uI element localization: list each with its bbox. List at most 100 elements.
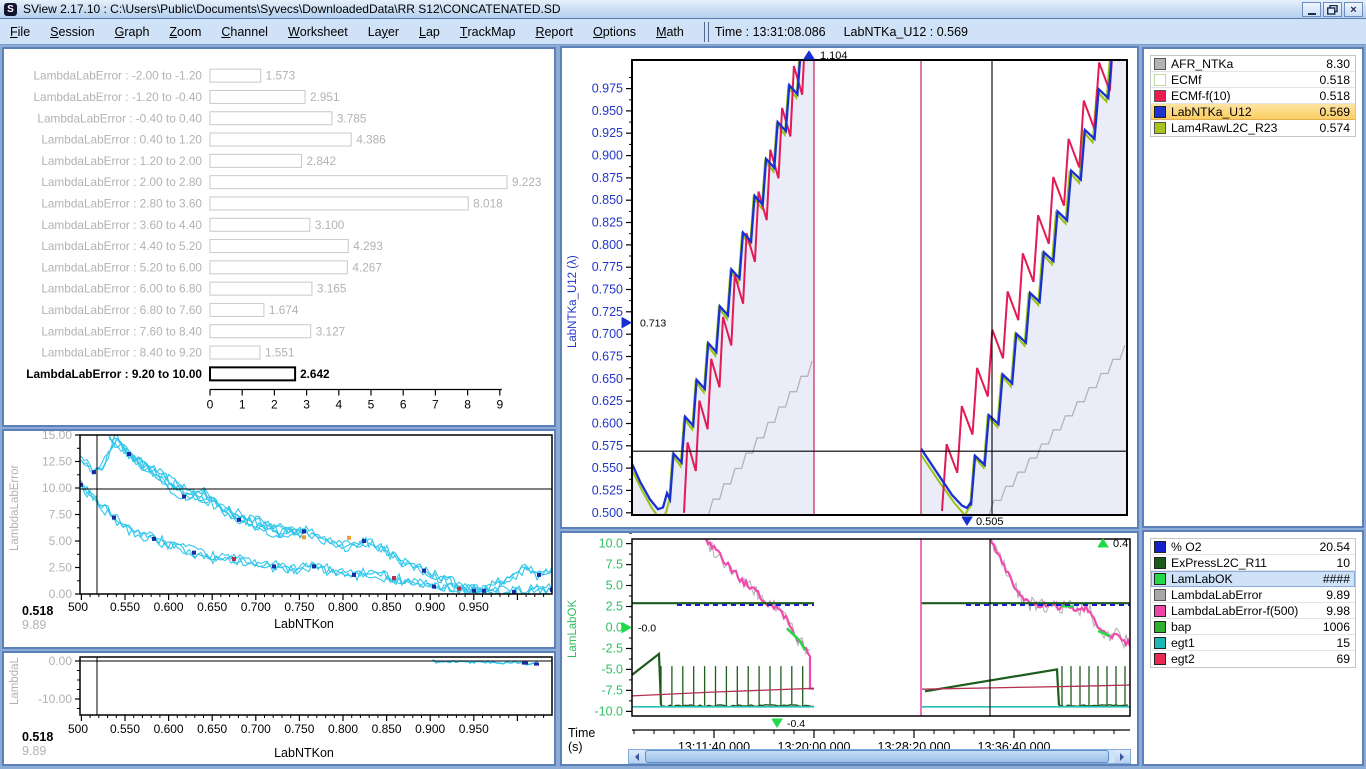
scatter-xtick: 0.750 [284,600,314,614]
bottom-ytick: 2.5 [606,600,623,614]
close-button[interactable]: × [1344,2,1363,17]
menu-item-graph[interactable]: Graph [105,19,160,44]
menu-item-lap[interactable]: Lap [409,19,450,44]
histogram-bin-label: LambdaLabError : 2.00 to 2.80 [41,175,202,189]
miniplot-xtick: 0.650 [197,722,227,736]
miniplot-xtick: 0.950 [459,722,489,736]
legend-list: AFR_NTKa8.30ECMf0.518ECMf-f(10)0.518LabN… [1150,55,1356,137]
menu-item-trackmap[interactable]: TrackMap [450,19,526,44]
menu-item-worksheet[interactable]: Worksheet [278,19,358,44]
channel-color-swatch [1154,557,1166,569]
channel-color-swatch [1154,605,1166,617]
menu-item-options[interactable]: Options [583,19,646,44]
scatter-point [182,494,186,498]
channel-color-swatch [1154,90,1166,102]
histogram-bar-value: 2.842 [307,154,337,168]
legend-row[interactable]: AFR_NTKa8.30 [1151,56,1355,72]
main-ytick: 0.875 [592,171,623,185]
histogram-bar-value: 1.551 [265,346,295,360]
main-chart-panel: 0.9750.9500.9250.9000.8750.8500.8250.800… [560,46,1139,529]
scrollbar-track[interactable] [644,750,1115,763]
histogram-bin-label: LambdaLabError : 4.40 to 5.20 [41,239,202,253]
legend-row[interactable]: Lam4RawL2C_R230.574 [1151,120,1355,136]
legend-row[interactable]: bap1006 [1151,619,1355,635]
channel-color-swatch [1154,122,1166,134]
marker-max-value: 1.104 [820,50,848,62]
main-ytick: 0.575 [592,439,623,453]
menu-item-zoom[interactable]: Zoom [159,19,211,44]
main-ytick: 0.500 [592,506,623,520]
histogram-bin-label: LambdaLabError : -0.40 to 0.40 [37,111,202,125]
histogram-svg[interactable]: LambdaLabError : -2.00 to -1.201.573Lamb… [4,49,554,425]
histogram-bar [210,154,302,167]
time-scrollbar[interactable] [628,749,1131,764]
main-chart-svg[interactable]: 0.9750.9500.9250.9000.8750.8500.8250.800… [562,48,1137,527]
scatter-point [537,573,541,577]
scroll-left-arrow[interactable] [629,750,644,763]
legend-row[interactable]: ECMf-f(10)0.518 [1151,88,1355,104]
marker-bottom-value: -0.4 [787,718,805,730]
channel-color-swatch [1154,589,1166,601]
bottom-ytick: -10.0 [595,704,624,718]
scatter-trace [81,483,552,598]
scatter-point [302,535,306,539]
scatter-point [302,529,306,533]
menu-item-channel[interactable]: Channel [211,19,278,44]
legend-row[interactable]: LambdaLabError9.89 [1151,587,1355,603]
main-ytick: 0.825 [592,216,623,230]
legend-row[interactable]: egt115 [1151,635,1355,651]
miniplot-svg[interactable]: 0.00-10.005000.5500.6000.6500.7000.7500.… [4,653,554,764]
histogram-axis-tick: 2 [271,398,278,412]
scatter-xtick: 0.850 [372,600,402,614]
menu-item-math[interactable]: Math [646,19,694,44]
legend-row[interactable]: LamLabOK#### [1151,571,1355,587]
bottom-chart-svg[interactable]: 10.07.55.02.50.0-2.5-5.0-7.5-10.0LamLabO… [562,533,1137,764]
marker-min-arrow [962,517,972,525]
legend-row[interactable]: egt269 [1151,651,1355,667]
scatter-xtick: 0.900 [415,600,445,614]
channel-value: 1006 [1323,620,1355,634]
scatter-svg[interactable]: 15.0012.5010.007.505.002.500.005000.5500… [4,431,554,647]
scatter-ytick: 0.00 [49,587,73,601]
histogram-axis-tick: 9 [496,398,503,412]
main-ytick: 0.750 [592,283,623,297]
scatter-trace [81,435,552,593]
scrollbar-thumb[interactable] [645,750,1109,763]
menu-item-session[interactable]: Session [40,19,104,44]
histogram-bin-label: LambdaLabError : -2.00 to -1.20 [33,69,202,83]
bottom-chart-panel: 10.07.55.02.50.0-2.5-5.0-7.5-10.0LamLabO… [560,531,1139,766]
channel-value: 20.54 [1320,540,1356,554]
channel-name: bap [1171,620,1323,634]
histogram-bar-value: 8.018 [473,196,503,210]
bottom-ytick: 7.5 [606,558,623,572]
channel-value: 9.98 [1326,604,1355,618]
minimize-icon [1308,13,1316,15]
channel-name: % O2 [1171,540,1320,554]
main-ytick: 0.625 [592,394,623,408]
trace-lambdalaberror-f500 [702,534,814,689]
histogram-bar [210,112,332,125]
miniplot-panel: 0.00-10.005000.5500.6000.6500.7000.7500.… [2,651,556,766]
legend-row[interactable]: % O220.54 [1151,539,1355,555]
channel-name: LambdaLabError-f(500) [1171,604,1326,618]
scroll-right-arrow[interactable] [1115,750,1130,763]
marker-top-value: 0.4 [1113,538,1128,550]
legend-row[interactable]: LambdaLabError-f(500)9.98 [1151,603,1355,619]
legend-row[interactable]: ECMf0.518 [1151,72,1355,88]
menu-item-layer[interactable]: Layer [358,19,409,44]
minimize-button[interactable] [1302,2,1321,17]
marker-top-arrow [1098,539,1108,547]
scatter-ytick: 5.00 [49,534,73,548]
legend-row[interactable]: ExPressL2C_R1110 [1151,555,1355,571]
restore-button[interactable] [1323,2,1342,17]
legend-row[interactable]: LabNTKa_U120.569 [1151,104,1355,120]
menu-item-file[interactable]: File [0,19,40,44]
miniplot-cursor-x: 0.518 [22,730,53,744]
histogram-bar-value: 4.293 [353,239,383,253]
scatter-cursor-y: 9.89 [22,618,46,632]
menu-item-report[interactable]: Report [525,19,583,44]
histogram-bin-label: LambdaLabError : 7.60 to 8.40 [41,324,202,338]
bottom-ylabel: LamLabOK [567,599,579,658]
miniplot-xtick: 500 [68,722,88,736]
miniplot-xtick: 0.600 [154,722,184,736]
